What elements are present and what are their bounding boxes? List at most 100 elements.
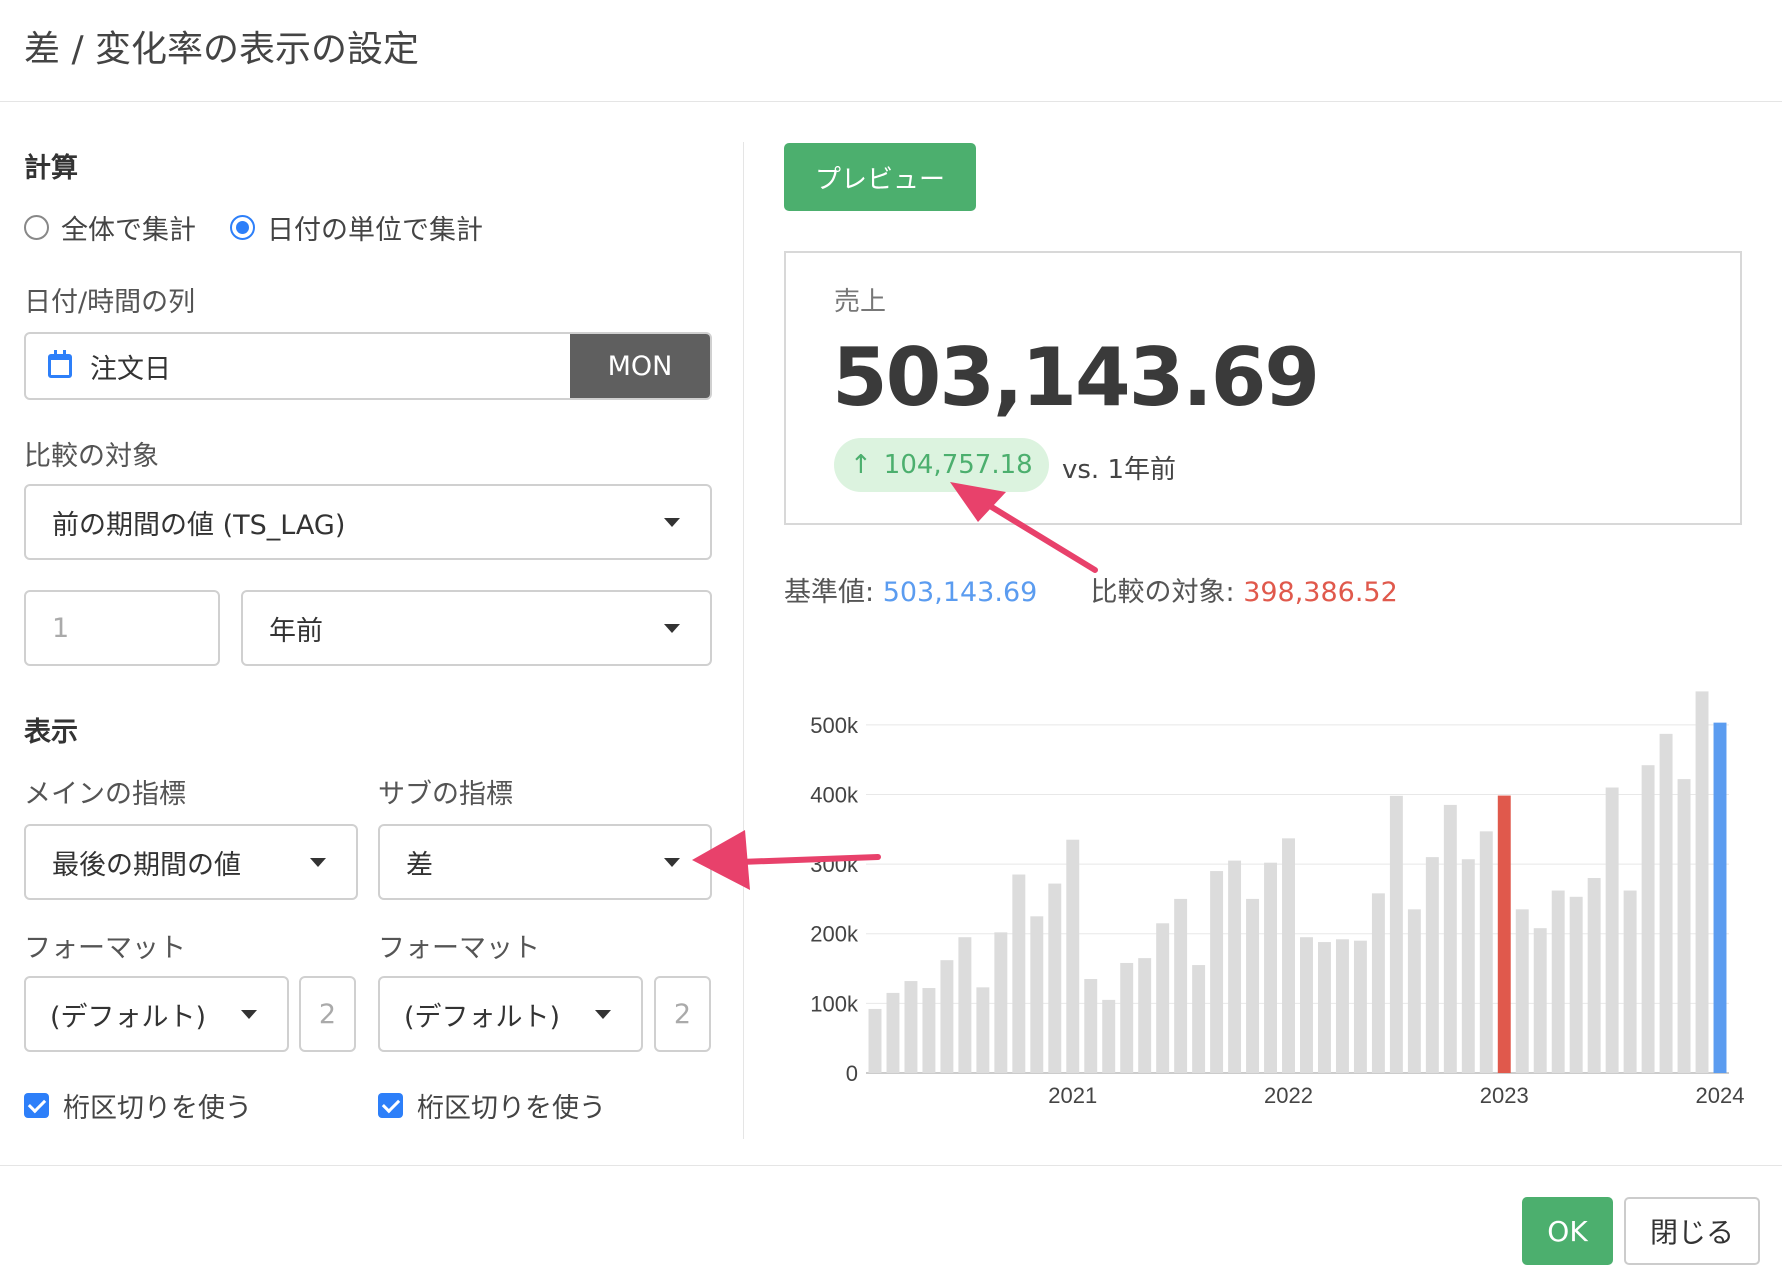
sub-metric-value: 差: [406, 849, 433, 881]
kpi-card: 売上 503,143.69 ↑ 104,757.18 vs. 1年前: [784, 251, 1742, 525]
radio-circle-icon[interactable]: [24, 215, 49, 240]
chart-bar: [1623, 890, 1637, 1073]
chart-bar: [976, 987, 990, 1073]
sub-digits-value: 2: [673, 998, 692, 1030]
calc-section-title: 計算: [24, 153, 78, 184]
radio-label-total: 全体で集計: [61, 215, 196, 246]
base-label: 基準値:: [784, 577, 875, 608]
period-value: 年前: [269, 615, 323, 647]
bar-chart: 0 100k 200k 300k 400k 500k 2021 2022 2023 2024: [810, 691, 1744, 1108]
main-metric-value: 最後の期間の値: [52, 849, 241, 881]
chart-bar: [1048, 883, 1062, 1073]
chart-bar: [1497, 795, 1511, 1073]
sub-format-label: フォーマット: [378, 933, 540, 964]
y-tick-label: 300k: [810, 852, 859, 877]
ok-button[interactable]: OK: [1522, 1197, 1613, 1265]
main-digits-value: 2: [318, 998, 337, 1030]
chart-bar: [1461, 859, 1475, 1073]
chevron-down-icon: [664, 624, 680, 633]
radio-aggregate-by-date[interactable]: 日付の単位で集計: [230, 208, 483, 247]
compare-label: 比較の対象: [24, 441, 159, 472]
sub-separator-checkbox[interactable]: 桁区切りを使う: [378, 1086, 606, 1125]
arrow-up-icon: ↑: [850, 450, 872, 480]
chevron-down-icon: [664, 518, 680, 527]
chart-bar: [1264, 862, 1278, 1073]
chart-bar: [1677, 779, 1691, 1073]
chart-bar: [1443, 804, 1457, 1073]
chart-bar: [940, 960, 954, 1073]
chevron-down-icon: [664, 858, 680, 867]
sub-digits-input[interactable]: 2: [654, 976, 711, 1052]
y-tick-label: 0: [846, 1061, 858, 1086]
checkbox-checked-icon[interactable]: [378, 1093, 403, 1118]
chart-bar: [1120, 962, 1134, 1073]
chart-bar: [1192, 965, 1206, 1073]
chart-bar: [1425, 857, 1439, 1073]
compare-value: 398,386.52: [1243, 577, 1398, 608]
main-format-value: (デフォルト): [50, 1001, 207, 1033]
main-separator-checkbox[interactable]: 桁区切りを使う: [24, 1086, 252, 1125]
chevron-down-icon: [595, 1010, 611, 1019]
compare-value-label: 比較の対象:: [1090, 577, 1235, 608]
chart-bar: [1407, 909, 1421, 1073]
chart-bar: [922, 988, 936, 1073]
date-column-field[interactable]: 注文日 MON: [24, 332, 712, 400]
main-metric-label: メインの指標: [24, 779, 186, 810]
x-tick-label: 2023: [1480, 1083, 1529, 1108]
date-column-value: 注文日: [90, 353, 171, 385]
period-select[interactable]: 年前: [241, 590, 712, 666]
chart-bar: [886, 992, 900, 1073]
radio-selected-icon[interactable]: [230, 215, 255, 240]
change-badge: ↑ 104,757.18: [834, 438, 1049, 492]
sub-separator-label: 桁区切りを使う: [417, 1093, 606, 1124]
dialog-title: 差 / 変化率の表示の設定: [24, 29, 420, 70]
chart-bar: [1156, 923, 1170, 1073]
radio-aggregate-total[interactable]: 全体で集計: [24, 208, 196, 247]
chart-bar: [1300, 937, 1313, 1073]
main-separator-label: 桁区切りを使う: [63, 1093, 252, 1124]
chart-bar: [904, 981, 918, 1073]
compare-method-select[interactable]: 前の期間の値 (TS_LAG): [24, 484, 712, 560]
y-tick-label: 200k: [810, 922, 859, 947]
preview-button[interactable]: プレビュー: [784, 143, 976, 211]
chart-bar: [1138, 958, 1152, 1073]
calendar-icon: [48, 350, 72, 378]
chart-bar: [1659, 733, 1673, 1073]
chart-bar: [1335, 939, 1349, 1073]
base-value: 503,143.69: [882, 577, 1038, 608]
chart-bar: [1371, 893, 1385, 1073]
dialog-header: 差 / 変化率の表示の設定: [0, 0, 1782, 102]
checkbox-checked-icon[interactable]: [24, 1093, 49, 1118]
chart-bar: [1282, 838, 1295, 1073]
sub-metric-select[interactable]: 差: [378, 824, 712, 900]
chart-bar: [1174, 898, 1188, 1073]
date-unit-button[interactable]: MON: [570, 334, 710, 398]
chart-bar: [958, 937, 972, 1073]
sub-metric-label: サブの指標: [378, 779, 513, 810]
chart-bar: [1012, 874, 1026, 1073]
date-column-label: 日付/時間の列: [24, 287, 196, 318]
chart-bar: [1587, 878, 1601, 1073]
chart-bar: [1695, 691, 1709, 1073]
main-digits-input[interactable]: 2: [299, 976, 356, 1052]
chart-bar: [868, 1008, 882, 1073]
close-button[interactable]: 閉じる: [1624, 1197, 1760, 1265]
y-tick-label: 400k: [810, 782, 859, 807]
lag-placeholder: 1: [52, 612, 70, 644]
lag-input[interactable]: 1: [24, 590, 220, 666]
chart-bar: [1533, 928, 1547, 1073]
chart-bar: [1228, 860, 1242, 1073]
chart-bar: [1030, 916, 1044, 1073]
x-tick-label: 2021: [1048, 1083, 1097, 1108]
chart-bar: [1246, 898, 1260, 1073]
chart-bar: [1605, 787, 1619, 1073]
sub-format-select[interactable]: (デフォルト): [378, 976, 643, 1052]
main-metric-select[interactable]: 最後の期間の値: [24, 824, 358, 900]
chart-bar: [1713, 722, 1727, 1073]
column-divider: [743, 142, 744, 1139]
value-summary: 基準値: 503,143.69 比較の対象: 398,386.52: [784, 570, 1398, 609]
chart-bar: [1210, 871, 1224, 1073]
main-format-select[interactable]: (デフォルト): [24, 976, 289, 1052]
x-tick-label: 2024: [1696, 1083, 1744, 1108]
comparison-text: vs. 1年前: [1062, 455, 1177, 485]
